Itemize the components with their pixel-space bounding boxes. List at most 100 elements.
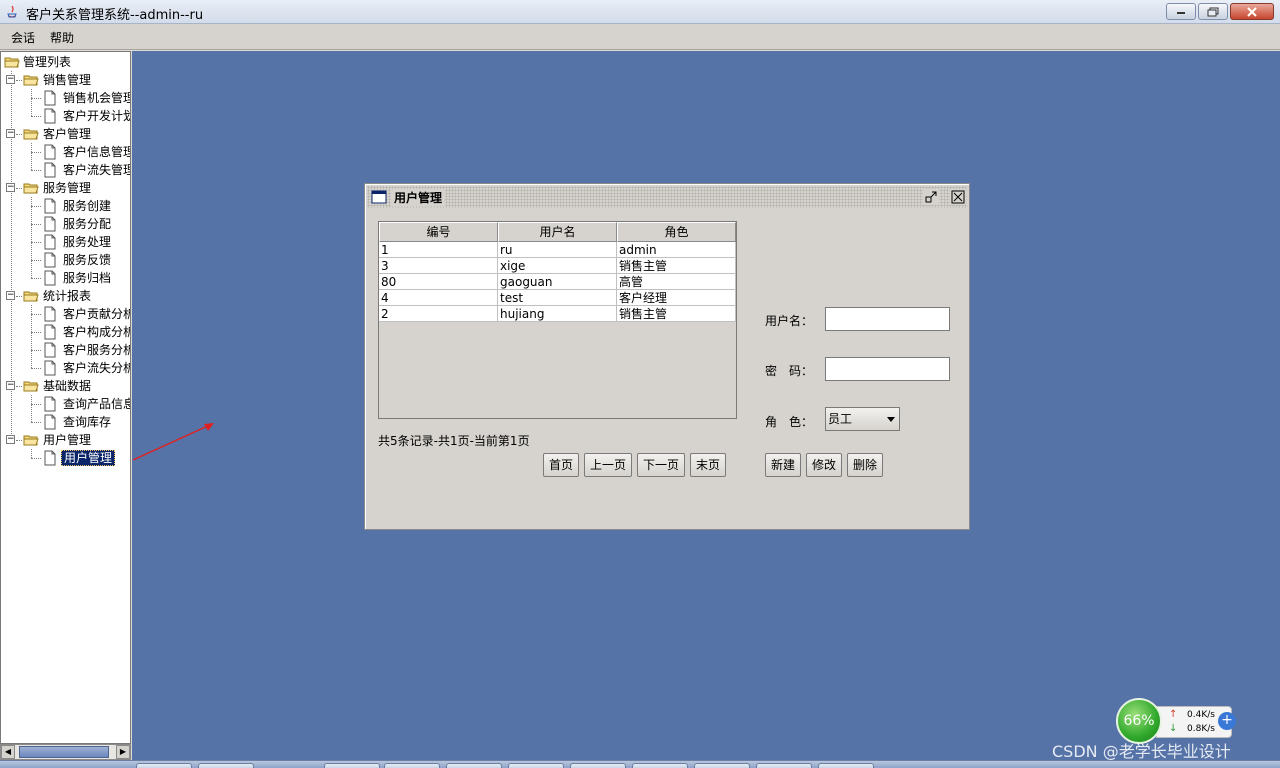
role-select-value: 员工 xyxy=(828,412,853,426)
taskbar-item[interactable] xyxy=(198,763,254,768)
minimize-button[interactable] xyxy=(1166,3,1196,20)
column-header-username[interactable]: 用户名 xyxy=(498,222,617,242)
tree-leaf[interactable]: 用户管理 xyxy=(1,449,116,467)
restore-button[interactable] xyxy=(1198,3,1228,20)
download-speed: 0.8K/s xyxy=(1187,724,1215,734)
tree-group[interactable]: − 客户管理 xyxy=(1,125,93,143)
close-button[interactable] xyxy=(1230,3,1274,20)
tree-group[interactable]: − 基础数据 xyxy=(1,377,93,395)
taskbar-item[interactable] xyxy=(632,763,688,768)
table-row[interactable]: 1 ru admin xyxy=(379,242,736,258)
edit-button[interactable]: 修改 xyxy=(806,453,842,477)
collapse-toggle[interactable]: − xyxy=(6,75,15,84)
collapse-toggle[interactable]: − xyxy=(6,381,15,390)
tree-leaf[interactable]: 销售机会管理 xyxy=(1,89,130,107)
tree-leaf[interactable]: 客户信息管理 xyxy=(1,143,130,161)
folder-open-icon xyxy=(23,180,39,196)
tree-leaf-label: 客户开发计划 xyxy=(63,109,131,123)
tree-leaf-label: 用户管理 xyxy=(61,450,116,466)
tree-connector xyxy=(31,206,41,207)
collapse-toggle[interactable]: − xyxy=(6,129,15,138)
document-icon xyxy=(42,396,58,412)
taskbar-item[interactable] xyxy=(384,763,440,768)
cell-id: 4 xyxy=(379,290,498,306)
tree-leaf-label: 查询库存 xyxy=(63,415,112,429)
menu-session[interactable]: 会话 xyxy=(11,29,35,46)
tree-leaf[interactable]: 查询产品信息 xyxy=(1,395,130,413)
taskbar-item[interactable] xyxy=(818,763,874,768)
table-row[interactable]: 80 gaoguan 高管 xyxy=(379,274,736,290)
table-row[interactable]: 4 test 客户经理 xyxy=(379,290,736,306)
tree-leaf[interactable]: 服务处理 xyxy=(1,233,113,251)
tree-leaf-label: 服务归档 xyxy=(63,271,112,285)
tree-horizontal-scrollbar[interactable]: ◀ ▶ xyxy=(0,744,131,760)
dialog-titlebar[interactable]: 用户管理 xyxy=(367,186,967,208)
document-icon xyxy=(42,324,58,340)
tree-leaf[interactable]: 客户构成分析 xyxy=(1,323,130,341)
window-titlebar: 客户关系管理系统--admin--ru xyxy=(0,0,1280,24)
taskbar-item[interactable] xyxy=(508,763,564,768)
taskbar-item[interactable] xyxy=(570,763,626,768)
tree-leaf-label: 服务分配 xyxy=(63,217,112,231)
tree-leaf[interactable]: 客户流失管理 xyxy=(1,161,130,179)
taskbar-item[interactable] xyxy=(136,763,192,768)
taskbar-item[interactable] xyxy=(756,763,812,768)
username-input[interactable] xyxy=(825,307,950,331)
tree-leaf[interactable]: 查询库存 xyxy=(1,413,113,431)
password-input[interactable] xyxy=(825,357,950,381)
minimize-icon xyxy=(1177,11,1185,14)
role-select[interactable]: 员工 xyxy=(825,407,900,431)
menu-help[interactable]: 帮助 xyxy=(50,29,74,46)
taskbar-item[interactable] xyxy=(324,763,380,768)
cell-role: 销售主管 xyxy=(617,258,736,274)
tree-group-label: 统计报表 xyxy=(43,289,92,303)
tree-leaf[interactable]: 服务归档 xyxy=(1,269,113,287)
scroll-thumb[interactable] xyxy=(19,746,109,758)
tree-group[interactable]: − 服务管理 xyxy=(1,179,93,197)
column-header-id[interactable]: 编号 xyxy=(379,222,498,242)
collapse-toggle[interactable]: − xyxy=(6,183,15,192)
taskbar-item[interactable] xyxy=(446,763,502,768)
table-row[interactable]: 3 xige 销售主管 xyxy=(379,258,736,274)
tree-leaf-label: 服务反馈 xyxy=(63,253,112,267)
tree-leaf[interactable]: 客户贡献分析 xyxy=(1,305,131,323)
tree-root[interactable]: 管理列表 xyxy=(1,53,73,71)
add-icon[interactable]: + xyxy=(1218,712,1236,730)
tree-connector xyxy=(31,242,41,243)
prev-page-button[interactable]: 上一页 xyxy=(584,453,632,477)
tree-leaf[interactable]: 服务反馈 xyxy=(1,251,113,269)
document-icon xyxy=(42,144,58,160)
password-label: 密 码： xyxy=(765,364,814,378)
tree-leaf-label: 客户流失分析 xyxy=(63,361,131,375)
tree-leaf[interactable]: 客户服务分析 xyxy=(1,341,130,359)
document-icon xyxy=(42,252,58,268)
tree-leaf[interactable]: 服务分配 xyxy=(1,215,113,233)
tree-group[interactable]: − 销售管理 xyxy=(1,71,93,89)
document-icon xyxy=(42,414,58,430)
tree-connector xyxy=(31,350,41,351)
last-page-button[interactable]: 末页 xyxy=(690,453,726,477)
scroll-right-button[interactable]: ▶ xyxy=(116,745,130,759)
tree-connector xyxy=(31,449,32,458)
tree-leaf-label: 客户贡献分析 xyxy=(63,307,131,321)
column-header-role[interactable]: 角色 xyxy=(617,222,736,242)
collapse-toggle[interactable]: − xyxy=(6,291,15,300)
tree-connector xyxy=(31,197,32,278)
tree-group[interactable]: − 用户管理 xyxy=(1,431,93,449)
scroll-left-button[interactable]: ◀ xyxy=(1,745,15,759)
next-page-button[interactable]: 下一页 xyxy=(637,453,685,477)
collapse-toggle[interactable]: − xyxy=(6,435,15,444)
taskbar-item[interactable] xyxy=(694,763,750,768)
dialog-iconify-button[interactable] xyxy=(923,189,939,205)
delete-button[interactable]: 删除 xyxy=(847,453,883,477)
tree-leaf[interactable]: 客户流失分析 xyxy=(1,359,131,377)
tree-connector xyxy=(16,440,22,441)
create-button[interactable]: 新建 xyxy=(765,453,801,477)
table-row[interactable]: 2 hujiang 销售主管 xyxy=(379,306,736,322)
tree-leaf[interactable]: 客户开发计划 xyxy=(1,107,131,125)
dialog-close-button[interactable] xyxy=(950,189,966,205)
tree-group[interactable]: − 统计报表 xyxy=(1,287,93,305)
cell-role: 高管 xyxy=(617,274,736,290)
tree-leaf[interactable]: 服务创建 xyxy=(1,197,113,215)
first-page-button[interactable]: 首页 xyxy=(543,453,579,477)
